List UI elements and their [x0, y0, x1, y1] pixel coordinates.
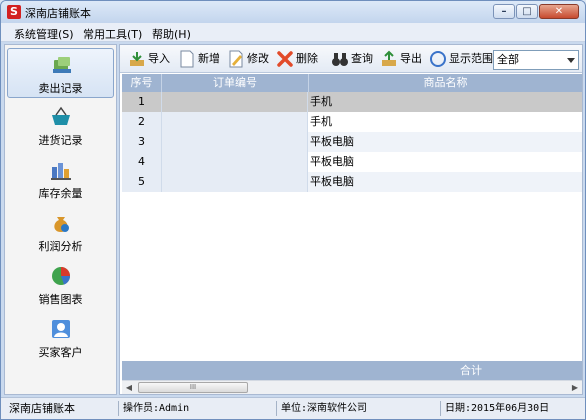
maximize-icon: □	[522, 6, 532, 17]
row-product: 平板电脑	[310, 155, 354, 168]
sidebar-item-profit[interactable]: 利润分析	[7, 207, 114, 257]
new-button[interactable]: 新增	[178, 49, 224, 69]
new-label: 新增	[198, 52, 220, 65]
sidebar-item-sales[interactable]: 卖出记录	[7, 48, 114, 98]
row-product: 平板电脑	[310, 135, 354, 148]
scroll-thumb[interactable]: III	[138, 382, 248, 393]
records-table: 序号 订单编号 商品名称 1 手机 2 手机 3 平板电脑 4 平板电脑 5 平…	[122, 74, 582, 364]
dropdown-arrow-icon	[567, 58, 575, 63]
horizontal-scrollbar[interactable]: ◀ III ▶	[122, 380, 582, 394]
row-product: 平板电脑	[310, 175, 354, 188]
maximize-button[interactable]: □	[516, 4, 538, 19]
sidebar-item-label: 买家客户	[38, 346, 83, 359]
close-icon: ✕	[554, 6, 564, 17]
delete-label: 删除	[296, 52, 318, 65]
status-company: 单位:深南软件公司	[276, 401, 438, 416]
row-index: 5	[122, 172, 162, 192]
minimize-button[interactable]: –	[493, 4, 515, 19]
app-logo-icon: S	[7, 5, 21, 19]
binoculars-icon	[332, 53, 348, 66]
import-button[interactable]: 导入	[128, 49, 174, 69]
edit-label: 修改	[247, 52, 269, 65]
table-row[interactable]: 1 手机	[122, 92, 582, 112]
sidebar: 卖出记录 进货记录 库存余量 利润分析 销售图表 买家客户	[4, 44, 117, 395]
table-header: 序号 订单编号 商品名称	[122, 74, 582, 92]
table-row[interactable]: 5 平板电脑	[122, 172, 582, 192]
menu-bar: 系统管理(S) 常用工具(T) 帮助(H)	[1, 23, 585, 42]
toolbar: 导入 新增 修改 删除 查询 导出 显示范围： 全部	[120, 45, 582, 73]
sidebar-item-chart[interactable]: 销售图表	[7, 260, 114, 310]
table-row[interactable]: 4 平板电脑	[122, 152, 582, 172]
window-controls: – □ ✕	[492, 4, 579, 19]
query-label: 查询	[351, 52, 373, 65]
sidebar-item-customers[interactable]: 买家客户	[7, 313, 114, 363]
sidebar-item-label: 卖出记录	[38, 82, 83, 95]
new-document-icon	[180, 50, 194, 68]
query-button[interactable]: 查询	[331, 49, 377, 69]
table-row[interactable]: 2 手机	[122, 112, 582, 132]
import-label: 导入	[148, 52, 170, 65]
scroll-left-icon[interactable]: ◀	[122, 381, 136, 394]
column-header-order-no[interactable]: 订单编号	[162, 74, 309, 92]
profit-moneybag-icon	[54, 217, 69, 232]
edit-pencil-icon	[229, 50, 243, 68]
status-app-name: 深南店铺账本	[9, 402, 75, 415]
row-order-no	[162, 152, 308, 172]
sidebar-item-inventory[interactable]: 库存余量	[7, 154, 114, 204]
sidebar-item-label: 利润分析	[38, 240, 83, 253]
app-window: S 深南店铺账本 – □ ✕ 系统管理(S) 常用工具(T) 帮助(H) 卖出记…	[0, 0, 586, 420]
export-icon	[382, 50, 396, 66]
sum-label: 合计	[460, 364, 482, 377]
sidebar-item-label: 销售图表	[38, 293, 83, 306]
title-bar[interactable]: S 深南店铺账本 – □ ✕	[1, 1, 585, 23]
range-select-value: 全部	[497, 53, 519, 66]
customer-icon	[52, 320, 70, 338]
status-bar: 深南店铺账本 操作员:Admin 单位:深南软件公司 日期:2015年06月30…	[1, 397, 585, 419]
edit-button[interactable]: 修改	[227, 49, 273, 69]
row-index: 3	[122, 132, 162, 152]
delete-button[interactable]: 删除	[276, 49, 322, 69]
menu-tools[interactable]: 常用工具(T)	[83, 26, 142, 42]
range-filter-icon	[430, 51, 446, 67]
main-panel: 导入 新增 修改 删除 查询 导出 显示范围： 全部 序号 订单编号 商品名称 …	[119, 44, 583, 395]
delete-x-icon	[277, 51, 293, 67]
scroll-right-icon[interactable]: ▶	[568, 381, 582, 394]
row-product: 手机	[310, 95, 332, 108]
row-order-no	[162, 112, 308, 132]
inventory-icon	[51, 163, 71, 180]
sales-icon	[53, 57, 71, 73]
menu-help[interactable]: 帮助(H)	[152, 26, 191, 42]
range-select[interactable]: 全部	[493, 50, 579, 70]
table-footer: 合计	[122, 361, 582, 380]
row-order-no	[162, 92, 308, 112]
window-title: 深南店铺账本	[25, 7, 91, 20]
range-filter: 显示范围：	[429, 49, 504, 69]
column-header-index[interactable]: 序号	[122, 74, 162, 92]
export-label: 导出	[400, 52, 422, 65]
minimize-icon: –	[501, 6, 507, 17]
sidebar-item-label: 库存余量	[38, 187, 83, 200]
status-operator: 操作员:Admin	[118, 401, 274, 416]
close-button[interactable]: ✕	[539, 4, 579, 19]
sidebar-item-purchase[interactable]: 进货记录	[7, 101, 114, 151]
row-index: 4	[122, 152, 162, 172]
export-button[interactable]: 导出	[380, 49, 426, 69]
sidebar-item-label: 进货记录	[38, 134, 83, 147]
status-date: 日期:2015年06月30日	[440, 401, 583, 416]
import-icon	[130, 52, 144, 66]
row-product: 手机	[310, 115, 332, 128]
row-order-no	[162, 172, 308, 192]
row-order-no	[162, 132, 308, 152]
column-header-product[interactable]: 商品名称	[309, 74, 582, 92]
row-index: 1	[122, 92, 162, 112]
pie-chart-icon	[52, 267, 71, 285]
table-row[interactable]: 3 平板电脑	[122, 132, 582, 152]
menu-system[interactable]: 系统管理(S)	[14, 26, 74, 42]
purchase-basket-icon	[52, 106, 70, 125]
row-index: 2	[122, 112, 162, 132]
